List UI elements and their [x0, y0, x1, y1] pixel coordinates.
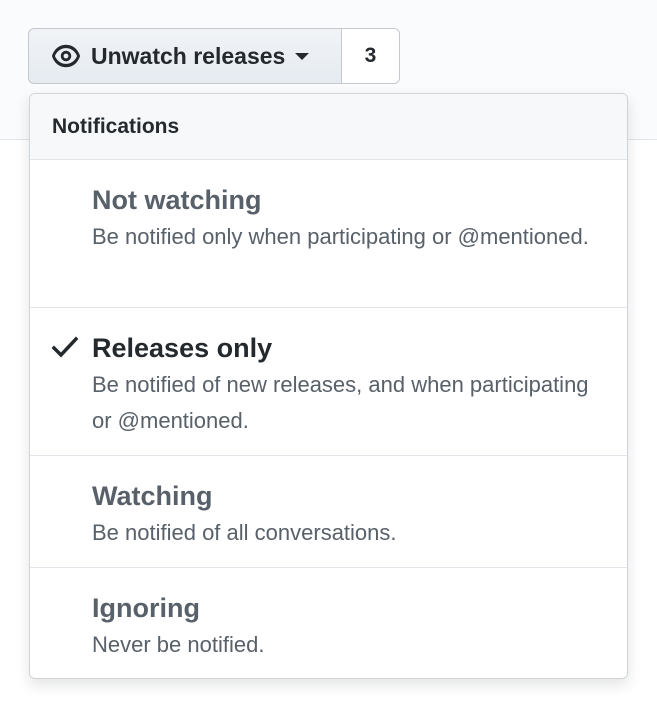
caret-down-icon — [295, 52, 310, 60]
menu-item-not-watching[interactable]: Not watching Be notified only when parti… — [30, 160, 627, 308]
menu-item-releases-only[interactable]: Releases only Be notified of new release… — [30, 308, 627, 456]
menu-header: Notifications — [30, 94, 627, 160]
menu-item-title: Releases only — [92, 333, 273, 363]
unwatch-releases-label: Unwatch releases — [91, 42, 286, 69]
menu-item-description: Be notified only when participating or @… — [92, 224, 589, 249]
check-icon — [51, 336, 79, 358]
eye-icon — [51, 41, 81, 71]
notifications-dropdown-menu: Notifications Not watching Be notified o… — [29, 93, 628, 679]
menu-item-ignoring[interactable]: Ignoring Never be notified. — [30, 568, 627, 678]
menu-item-title: Watching — [92, 481, 213, 511]
menu-item-description: Be notified of all conversations. — [92, 520, 397, 545]
menu-item-watching[interactable]: Watching Be notified of all conversation… — [30, 456, 627, 568]
watch-button-group: Unwatch releases 3 — [28, 28, 400, 84]
menu-item-title: Not watching — [92, 185, 262, 215]
unwatch-releases-button[interactable]: Unwatch releases — [28, 28, 342, 84]
watchers-count[interactable]: 3 — [342, 28, 400, 84]
menu-item-title: Ignoring — [92, 593, 200, 623]
menu-item-description: Never be notified. — [92, 632, 265, 657]
menu-item-description: Be notified of new releases, and when pa… — [92, 372, 589, 433]
